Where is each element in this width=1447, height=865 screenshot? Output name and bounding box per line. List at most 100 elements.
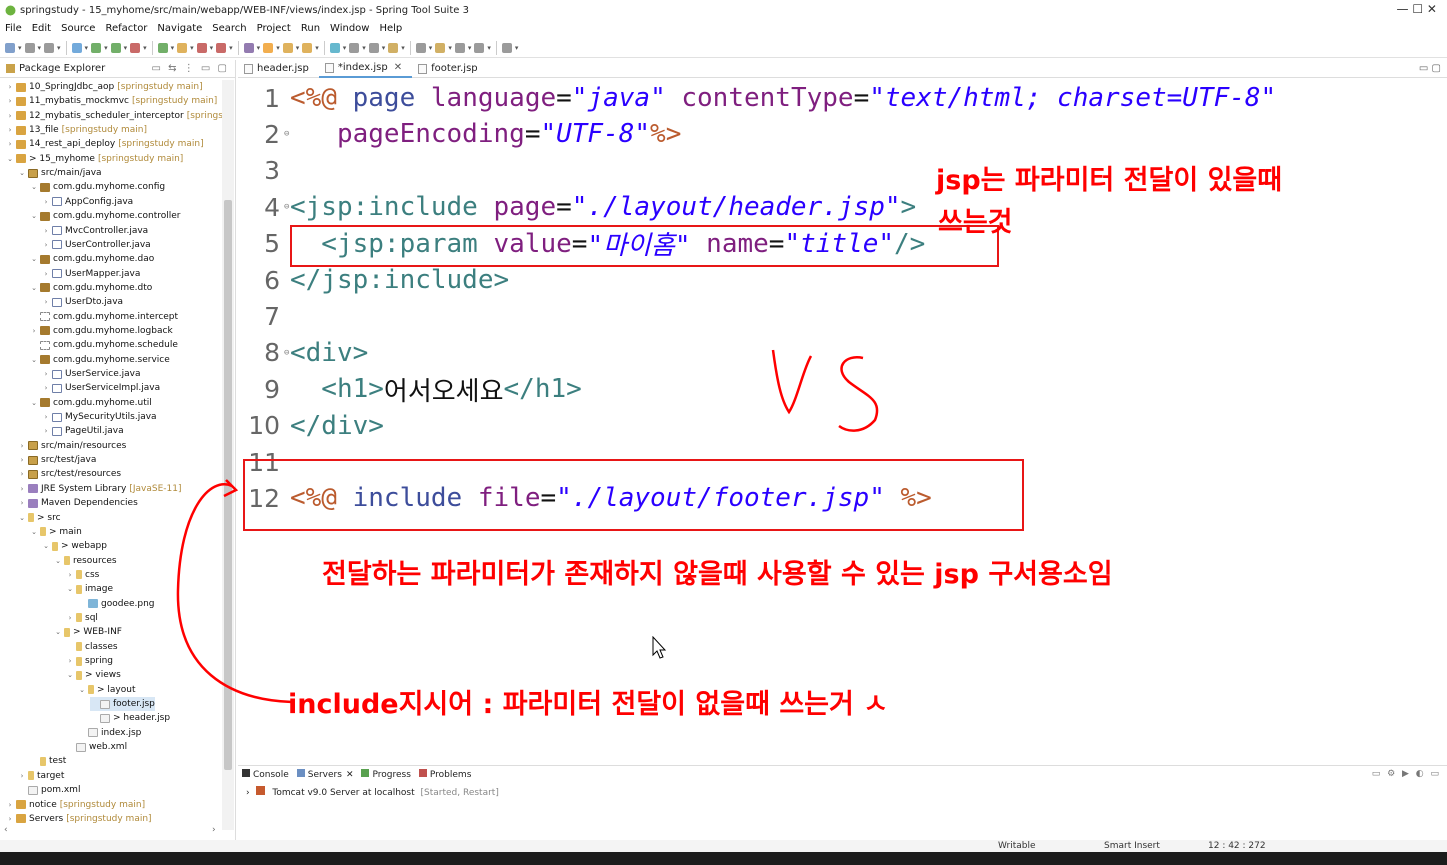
toolbar-button-icon[interactable] (474, 42, 485, 53)
tree-toggle-icon[interactable]: › (42, 241, 50, 249)
tree-item[interactable]: › target (18, 769, 65, 783)
bottom-tab-console[interactable]: Console (242, 768, 289, 780)
menu-project[interactable]: Project (252, 23, 296, 34)
tree-item[interactable]: classes (66, 640, 118, 654)
tree-item[interactable]: › 10_SpringJdbc_aop [springstudy main] (6, 80, 203, 94)
tree-item[interactable]: › 11_mybatis_mockmvc [springstudy main] (6, 94, 218, 108)
toolbar-button-icon[interactable] (157, 42, 168, 53)
tree-item[interactable]: com.gdu.myhome.schedule (30, 338, 178, 352)
tree-toggle-icon[interactable]: ⌄ (30, 356, 38, 364)
toolbar-button-icon[interactable] (216, 42, 227, 53)
bottom-tab-servers[interactable]: Servers ✕ (296, 768, 354, 780)
toolbar-button-icon[interactable] (196, 42, 207, 53)
toolbar-button-icon[interactable] (71, 42, 82, 53)
dropdown-arrow-icon[interactable]: ▾ (104, 44, 108, 52)
close-icon[interactable]: ✕ (346, 770, 354, 780)
tree-item[interactable]: test (30, 754, 66, 768)
tree-item[interactable]: › Maven Dependencies (18, 496, 138, 510)
dropdown-arrow-icon[interactable]: ▾ (276, 44, 280, 52)
dropdown-arrow-icon[interactable]: ▾ (190, 44, 194, 52)
tree-item[interactable]: › UserDto.java (42, 295, 123, 309)
tree-item[interactable]: ⌄ com.gdu.myhome.util (30, 396, 152, 410)
tree-item[interactable]: › 14_rest_api_deploy [springstudy main] (6, 137, 204, 151)
tree-item[interactable]: web.xml (66, 740, 127, 754)
tree-item[interactable]: › src/test/resources (18, 467, 122, 481)
toolbar-button-icon[interactable] (24, 42, 35, 53)
tree-item[interactable]: › Servers [springstudy main] (6, 812, 152, 826)
tree-toggle-icon[interactable]: › (42, 413, 50, 421)
dropdown-arrow-icon[interactable]: ▾ (315, 44, 319, 52)
tree-toggle-icon[interactable]: ⌄ (30, 255, 38, 263)
dropdown-arrow-icon[interactable]: ▾ (362, 44, 366, 52)
tree-toggle-icon[interactable]: ⌄ (66, 585, 74, 593)
tree-toggle-icon[interactable]: › (18, 456, 26, 464)
menu-refactor[interactable]: Refactor (100, 23, 152, 34)
code-line[interactable]: 6 </jsp:include> (238, 262, 1438, 298)
toolbar-button-icon[interactable] (501, 42, 512, 53)
expand-chevron-icon[interactable]: › (246, 788, 250, 798)
bottom-tab-progress[interactable]: Progress (361, 768, 411, 780)
tree-item[interactable]: › UserServiceImpl.java (42, 381, 161, 395)
server-row[interactable]: › Tomcat v9.0 Server at localhost [Start… (238, 786, 1447, 798)
tree-toggle-icon[interactable]: ⌄ (18, 514, 26, 522)
tree-item[interactable]: › AppConfig.java (42, 195, 134, 209)
tree-toggle-icon[interactable]: ⌄ (42, 542, 50, 550)
toolbar-button-icon[interactable] (130, 42, 141, 53)
tree-item[interactable]: ⌄ > src (18, 511, 60, 525)
menu-source[interactable]: Source (56, 23, 100, 34)
tree-toggle-icon[interactable]: › (18, 470, 26, 478)
tree-item[interactable]: > header.jsp (90, 711, 170, 725)
dropdown-arrow-icon[interactable]: ▾ (210, 44, 214, 52)
dropdown-arrow-icon[interactable]: ▾ (429, 44, 433, 52)
tree-item[interactable]: ⌄ com.gdu.myhome.dao (30, 252, 154, 266)
menu-window[interactable]: Window (325, 23, 374, 34)
tree-toggle-icon[interactable]: › (42, 427, 50, 435)
tree-toggle-icon[interactable]: › (18, 499, 26, 507)
editor-tab[interactable]: header.jsp (238, 60, 319, 78)
tree-toggle-icon[interactable]: ⌄ (30, 284, 38, 292)
tree-item[interactable]: › JRE System Library [JavaSE-11] (18, 482, 182, 496)
tree-toggle-icon[interactable]: ⌄ (54, 628, 62, 636)
tree-toggle-icon[interactable]: ⌄ (6, 155, 14, 163)
tree-item[interactable]: goodee.png (78, 597, 155, 611)
toolbar-button-icon[interactable] (302, 42, 313, 53)
dropdown-arrow-icon[interactable]: ▾ (448, 44, 452, 52)
code-line[interactable]: 2 ⊖ pageEncoding = "UTF-8" %> (238, 116, 1438, 152)
tree-toggle-icon[interactable]: › (6, 112, 14, 120)
toolbar-button-icon[interactable] (91, 42, 102, 53)
tree-item[interactable]: ⌄ com.gdu.myhome.dto (30, 281, 152, 295)
tree-toggle-icon[interactable]: › (18, 485, 26, 493)
tree-toggle-icon[interactable]: › (42, 198, 50, 206)
menu-help[interactable]: Help (374, 23, 407, 34)
tree-toggle-icon[interactable]: › (30, 327, 38, 335)
tree-toggle-icon[interactable]: ⌄ (66, 671, 74, 679)
tree-item[interactable]: com.gdu.myhome.intercept (30, 310, 178, 324)
tree-item[interactable]: ⌄ src/main/java (18, 166, 102, 180)
toolbar-button-icon[interactable] (282, 42, 293, 53)
tree-item[interactable]: › spring (66, 654, 113, 668)
editor-tab[interactable]: *index.jsp ✕ (318, 59, 413, 78)
tree-item[interactable]: ⌄ > webapp (42, 539, 107, 553)
tree-toggle-icon[interactable]: › (66, 614, 74, 622)
dropdown-arrow-icon[interactable]: ▾ (468, 44, 472, 52)
tree-item[interactable]: › 12_mybatis_scheduler_interceptor [spring… (6, 109, 222, 123)
dropdown-arrow-icon[interactable]: ▾ (229, 44, 233, 52)
dropdown-arrow-icon[interactable]: ▾ (257, 44, 261, 52)
tree-toggle-icon[interactable]: › (42, 384, 50, 392)
menu-navigate[interactable]: Navigate (152, 23, 207, 34)
tree-toggle-icon[interactable]: › (18, 442, 26, 450)
tree-item[interactable]: › com.gdu.myhome.logback (30, 324, 173, 338)
bottom-tab-problems[interactable]: Problems (418, 768, 471, 780)
dropdown-arrow-icon[interactable]: ▾ (487, 44, 491, 52)
tree-item[interactable]: index.jsp (78, 726, 141, 740)
tree-item[interactable]: › UserService.java (42, 367, 141, 381)
tree-toggle-icon[interactable]: › (6, 801, 14, 809)
tree-toggle-icon[interactable]: ⌄ (18, 169, 26, 177)
tree-toggle-icon[interactable]: › (6, 126, 14, 134)
dropdown-arrow-icon[interactable]: ▾ (401, 44, 405, 52)
dropdown-arrow-icon[interactable]: ▾ (343, 44, 347, 52)
dropdown-arrow-icon[interactable]: ▾ (296, 44, 300, 52)
tree-item[interactable]: › 13_file [springstudy main] (6, 123, 147, 137)
tree-toggle-icon[interactable]: › (6, 140, 14, 148)
toolbar-button-icon[interactable] (454, 42, 465, 53)
